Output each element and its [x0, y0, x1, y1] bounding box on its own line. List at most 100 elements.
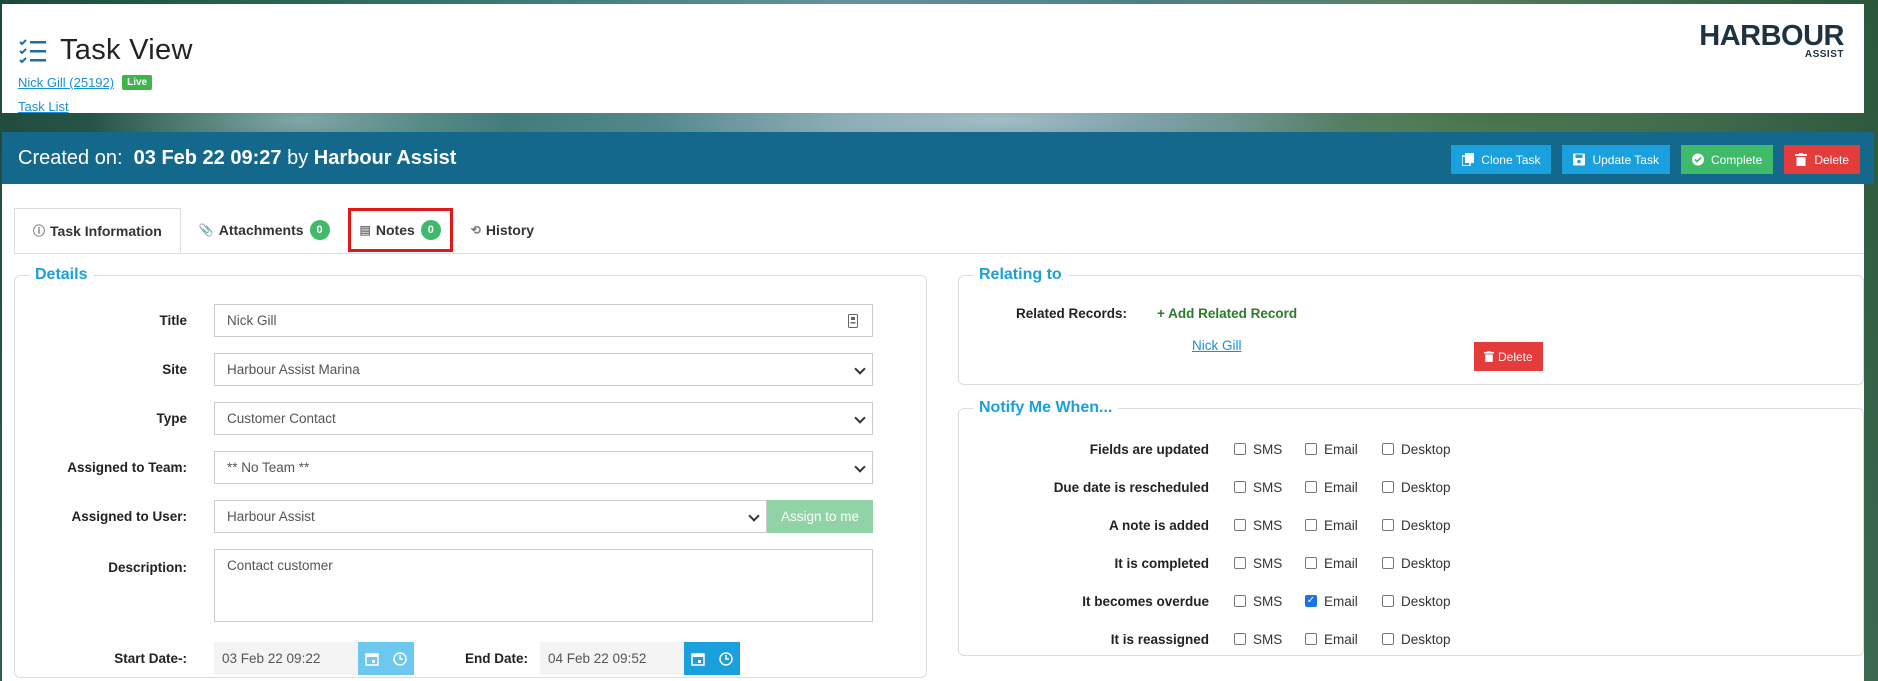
- sms-checkbox[interactable]: SMS: [1234, 518, 1288, 533]
- notify-row-label: It becomes overdue: [1082, 593, 1209, 609]
- start-date-input[interactable]: 03 Feb 22 09:22: [214, 642, 358, 675]
- complete-button[interactable]: Complete: [1680, 145, 1774, 174]
- end-date-input[interactable]: 04 Feb 22 09:52: [540, 642, 684, 675]
- title-row: Task View: [18, 34, 193, 67]
- title-input[interactable]: Nick Gill: [214, 304, 873, 337]
- relating-to-section: Relating to Related Records: + Add Relat…: [958, 266, 1864, 385]
- update-task-button[interactable]: Update Task: [1562, 145, 1670, 174]
- clone-task-button[interactable]: Clone Task: [1451, 145, 1552, 174]
- end-calendar-button[interactable]: [684, 642, 712, 675]
- add-related-record-link[interactable]: + Add Related Record: [1157, 306, 1297, 321]
- team-label: Assigned to Team:: [67, 460, 187, 475]
- email-checkbox[interactable]: Email: [1305, 556, 1365, 571]
- delete-related-record-button[interactable]: Delete: [1474, 342, 1543, 371]
- sms-checkbox[interactable]: SMS: [1234, 556, 1288, 571]
- checkbox-label: Desktop: [1401, 479, 1451, 495]
- title-value: Nick Gill: [227, 313, 277, 328]
- start-date-pickers: [358, 642, 414, 675]
- task-actions: Clone Task Update Task Complete Delete: [1451, 145, 1860, 174]
- dates-row: Start Date-: 03 Feb 22 09:22 End Date: 0…: [15, 642, 740, 675]
- user-select[interactable]: Harbour Assist: [214, 500, 767, 533]
- email-checkbox[interactable]: Email: [1305, 480, 1365, 495]
- checkbox-box: [1305, 633, 1317, 645]
- checkbox-box: [1305, 595, 1317, 607]
- desktop-checkbox[interactable]: Desktop: [1382, 556, 1451, 571]
- tab-attachments[interactable]: 📎 Attachments 0: [181, 208, 348, 252]
- related-record-link[interactable]: Nick Gill: [1192, 338, 1242, 353]
- attachments-count-badge: 0: [309, 220, 330, 240]
- site-value: Harbour Assist Marina: [227, 362, 360, 377]
- tab-task-information[interactable]: ⓘ Task Information: [14, 208, 181, 253]
- desktop-checkbox[interactable]: Desktop: [1382, 442, 1451, 457]
- start-time-button[interactable]: [386, 642, 414, 675]
- tab-label: History: [485, 222, 535, 238]
- created-bar: Created on: 03 Feb 22 09:27 by Harbour A…: [2, 132, 1874, 184]
- desktop-checkbox[interactable]: Desktop: [1382, 480, 1451, 495]
- sms-checkbox[interactable]: SMS: [1234, 480, 1288, 495]
- task-list-link[interactable]: Task List: [18, 99, 69, 114]
- created-by: by: [287, 146, 309, 169]
- task-list-icon: [19, 38, 46, 63]
- desktop-checkbox[interactable]: Desktop: [1382, 632, 1451, 647]
- checkbox-box: [1382, 481, 1394, 493]
- notify-section: Notify Me When... Fields are updated SMS E…: [958, 399, 1864, 656]
- sms-checkbox[interactable]: SMS: [1234, 632, 1288, 647]
- history-icon: ⟲: [470, 223, 481, 237]
- notify-row: A note is added SMS Email Desktop: [959, 515, 1475, 535]
- description-row: Description: Contact customer: [15, 549, 873, 622]
- details-section: Details Title Nick Gill Site Harbour Ass…: [14, 266, 927, 678]
- notify-row-label: Fields are updated: [1089, 441, 1209, 457]
- calendar-icon: [691, 652, 705, 666]
- checkbox-label: SMS: [1253, 479, 1283, 495]
- title-row: Title Nick Gill: [15, 304, 873, 337]
- desktop-checkbox[interactable]: Desktop: [1382, 518, 1451, 533]
- checkbox-box: [1305, 557, 1317, 569]
- site-select[interactable]: Harbour Assist Marina: [214, 353, 873, 386]
- checkbox-label: Email: [1324, 479, 1358, 495]
- team-select[interactable]: ** No Team **: [214, 451, 873, 484]
- sms-checkbox[interactable]: SMS: [1234, 594, 1288, 609]
- contact-card-icon: [848, 314, 858, 328]
- user-link-row: Nick Gill (25192) Live: [18, 75, 153, 90]
- user-value: Harbour Assist: [227, 509, 315, 524]
- clock-icon: [393, 651, 407, 666]
- complete-label: Complete: [1710, 152, 1763, 167]
- delete-task-button[interactable]: Delete: [1784, 145, 1860, 174]
- email-checkbox[interactable]: Email: [1305, 442, 1365, 457]
- notify-row: It becomes overdue SMS Email Desktop: [959, 591, 1475, 611]
- logo-text: HARBOUR: [1699, 20, 1844, 52]
- site-label: Site: [162, 362, 187, 377]
- page-title: Task View: [60, 34, 193, 66]
- description-label: Description:: [108, 560, 187, 575]
- email-checkbox[interactable]: Email: [1305, 594, 1365, 609]
- notify-row-label: It is completed: [1114, 555, 1209, 571]
- created-prefix: Created on:: [18, 146, 123, 169]
- tab-notes[interactable]: ▤ Notes 0: [347, 208, 453, 252]
- clone-task-label: Clone Task: [1481, 152, 1541, 167]
- notify-row: It is reassigned SMS Email Desktop: [959, 629, 1475, 649]
- email-checkbox[interactable]: Email: [1305, 632, 1365, 647]
- start-date-value: 03 Feb 22 09:22: [222, 651, 321, 666]
- document-icon: ▤: [359, 223, 371, 237]
- created-date: 03 Feb 22 09:27: [133, 146, 282, 169]
- checkbox-box: [1382, 519, 1394, 531]
- email-checkbox[interactable]: Email: [1305, 518, 1365, 533]
- start-calendar-button[interactable]: [358, 642, 386, 675]
- delete-related-label: Delete: [1498, 349, 1533, 364]
- description-textarea[interactable]: Contact customer: [214, 549, 873, 622]
- delete-task-label: Delete: [1814, 152, 1849, 167]
- desktop-checkbox[interactable]: Desktop: [1382, 594, 1451, 609]
- notify-row-label: Due date is rescheduled: [1053, 479, 1209, 495]
- page-header: Task View Nick Gill (25192) Live Task Li…: [2, 4, 1864, 114]
- end-time-button[interactable]: [712, 642, 740, 675]
- customer-link[interactable]: Nick Gill (25192): [18, 75, 114, 90]
- harbour-assist-logo[interactable]: HARBOUR ASSIST: [1699, 20, 1844, 61]
- save-icon: [1573, 153, 1586, 166]
- tab-history[interactable]: ⟲ History: [453, 208, 552, 252]
- type-select[interactable]: Customer Contact: [214, 402, 873, 435]
- sms-checkbox[interactable]: SMS: [1234, 442, 1288, 457]
- check-circle-icon: [1691, 153, 1704, 166]
- type-row: Type Customer Contact: [15, 402, 873, 435]
- assign-to-me-button[interactable]: Assign to me: [767, 500, 873, 533]
- notify-row: Due date is rescheduled SMS Email Desktop: [959, 477, 1475, 497]
